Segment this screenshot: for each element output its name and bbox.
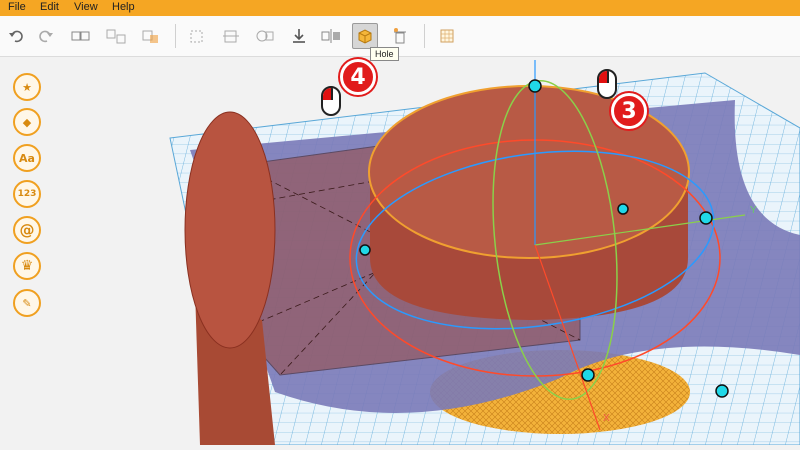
align-button[interactable]: [184, 23, 210, 49]
menu-bar: File Edit View Help: [0, 0, 800, 16]
subtract-icon: [256, 30, 274, 42]
subtract-button[interactable]: [252, 23, 278, 49]
numbers-icon: 123: [17, 189, 37, 199]
split-button[interactable]: [218, 23, 244, 49]
combine-icon: [142, 30, 158, 43]
group-icon: [71, 31, 90, 41]
sidebar-item-tools[interactable]: ✎: [13, 289, 41, 317]
star-icon: ★: [22, 80, 32, 94]
step-callout-3: 3: [611, 93, 647, 129]
align-icon: [190, 30, 203, 43]
menu-view[interactable]: View: [74, 1, 98, 13]
rotate-handle-bottom[interactable]: [581, 368, 595, 382]
sidebar-item-shapes[interactable]: ◆: [13, 108, 41, 136]
ungroup-icon: [106, 29, 126, 44]
menu-help[interactable]: Help: [112, 1, 135, 13]
hole-button[interactable]: [352, 23, 378, 49]
sidebar-item-numbers[interactable]: 123: [13, 180, 41, 208]
toolbar-separator: [424, 24, 425, 48]
text-icon: Aa: [19, 151, 35, 165]
delete-icon: [394, 28, 406, 44]
step-callout-4: 4: [340, 59, 376, 95]
download-icon: [293, 29, 305, 43]
scale-handle[interactable]: [715, 384, 729, 398]
shapes-icon: ◆: [22, 115, 32, 129]
rotate-handle-right[interactable]: [699, 211, 713, 225]
redo-button[interactable]: [33, 23, 59, 49]
combine-button[interactable]: [138, 23, 164, 49]
sidebar-item-symbols[interactable]: @: [13, 216, 41, 244]
at-icon: @: [19, 221, 35, 239]
download-button[interactable]: [286, 23, 312, 49]
scene-svg: [169, 60, 800, 446]
undo-icon: [9, 30, 23, 43]
rotate-handle-left[interactable]: [359, 244, 371, 256]
mouse-left-click-icon: [597, 69, 617, 99]
grid-button[interactable]: [434, 23, 460, 49]
sidebar-item-favorites[interactable]: ★: [13, 73, 41, 101]
hole-icon: [358, 29, 372, 44]
redo-icon: [39, 30, 53, 43]
mirror-icon: [321, 29, 340, 43]
toolbar-separator: [175, 24, 176, 48]
delete-button[interactable]: [387, 23, 413, 49]
rotate-handle-top[interactable]: [528, 79, 542, 93]
ungroup-button[interactable]: [103, 23, 129, 49]
toolbar: [0, 16, 800, 57]
tools-icon: ✎: [22, 296, 32, 310]
sidebar-item-crown[interactable]: ♛: [13, 252, 41, 280]
grid-icon: [440, 29, 454, 43]
y-axis-label: Y: [750, 205, 757, 216]
split-icon: [223, 30, 239, 43]
menu-edit[interactable]: Edit: [40, 1, 59, 13]
undo-button[interactable]: [3, 23, 29, 49]
sidebar-item-text[interactable]: Aa: [13, 144, 41, 172]
mouse-left-click-icon: [321, 86, 341, 116]
x-axis-label: X: [603, 413, 610, 424]
menu-file[interactable]: File: [8, 1, 26, 13]
3d-viewport[interactable]: Y X ★ ◆ Aa 123 @ ♛ ✎ 4 3: [0, 57, 800, 446]
crown-icon: ♛: [20, 258, 34, 274]
disc-shape: [184, 111, 276, 349]
group-button[interactable]: [68, 23, 94, 49]
move-handle[interactable]: [617, 203, 629, 215]
mirror-button[interactable]: [318, 23, 344, 49]
